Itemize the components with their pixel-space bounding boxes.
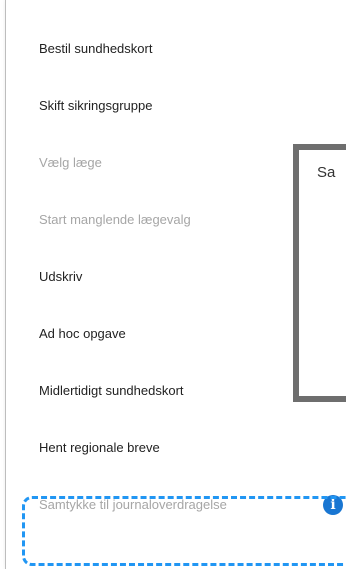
menu-item-label: Skift sikringsgruppe	[39, 98, 153, 113]
menu-item-label: Bestil sundhedskort	[39, 41, 153, 56]
menu-item-label: Ad hoc opgave	[39, 326, 126, 341]
menu-item-skift-sikringsgruppe[interactable]: Skift sikringsgruppe	[6, 77, 346, 134]
info-icon[interactable]: i	[323, 494, 343, 515]
menu-item-label: Start manglende lægevalg	[39, 212, 191, 227]
menu-item-label: Samtykke til journaloverdragelse	[39, 497, 227, 512]
menu-item-label: Midlertidigt sundhedskort	[39, 383, 184, 398]
menu-item-label: Hent regionale breve	[39, 440, 160, 455]
screenshot-stage: Bestil sundhedskort Skift sikringsgruppe…	[0, 0, 346, 569]
menu-item-bestil-sundhedskort[interactable]: Bestil sundhedskort	[6, 20, 346, 77]
background-dialog: Sa	[293, 144, 346, 402]
menu-item-samtykke-til-journaloverdragelse: Samtykke til journaloverdragelse i	[6, 476, 346, 533]
menu-item-label: Vælg læge	[39, 155, 102, 170]
background-dialog-text: Sa	[317, 164, 336, 181]
menu-item-label: Udskriv	[39, 269, 83, 284]
menu-item-hent-regionale-breve[interactable]: Hent regionale breve	[6, 419, 346, 476]
